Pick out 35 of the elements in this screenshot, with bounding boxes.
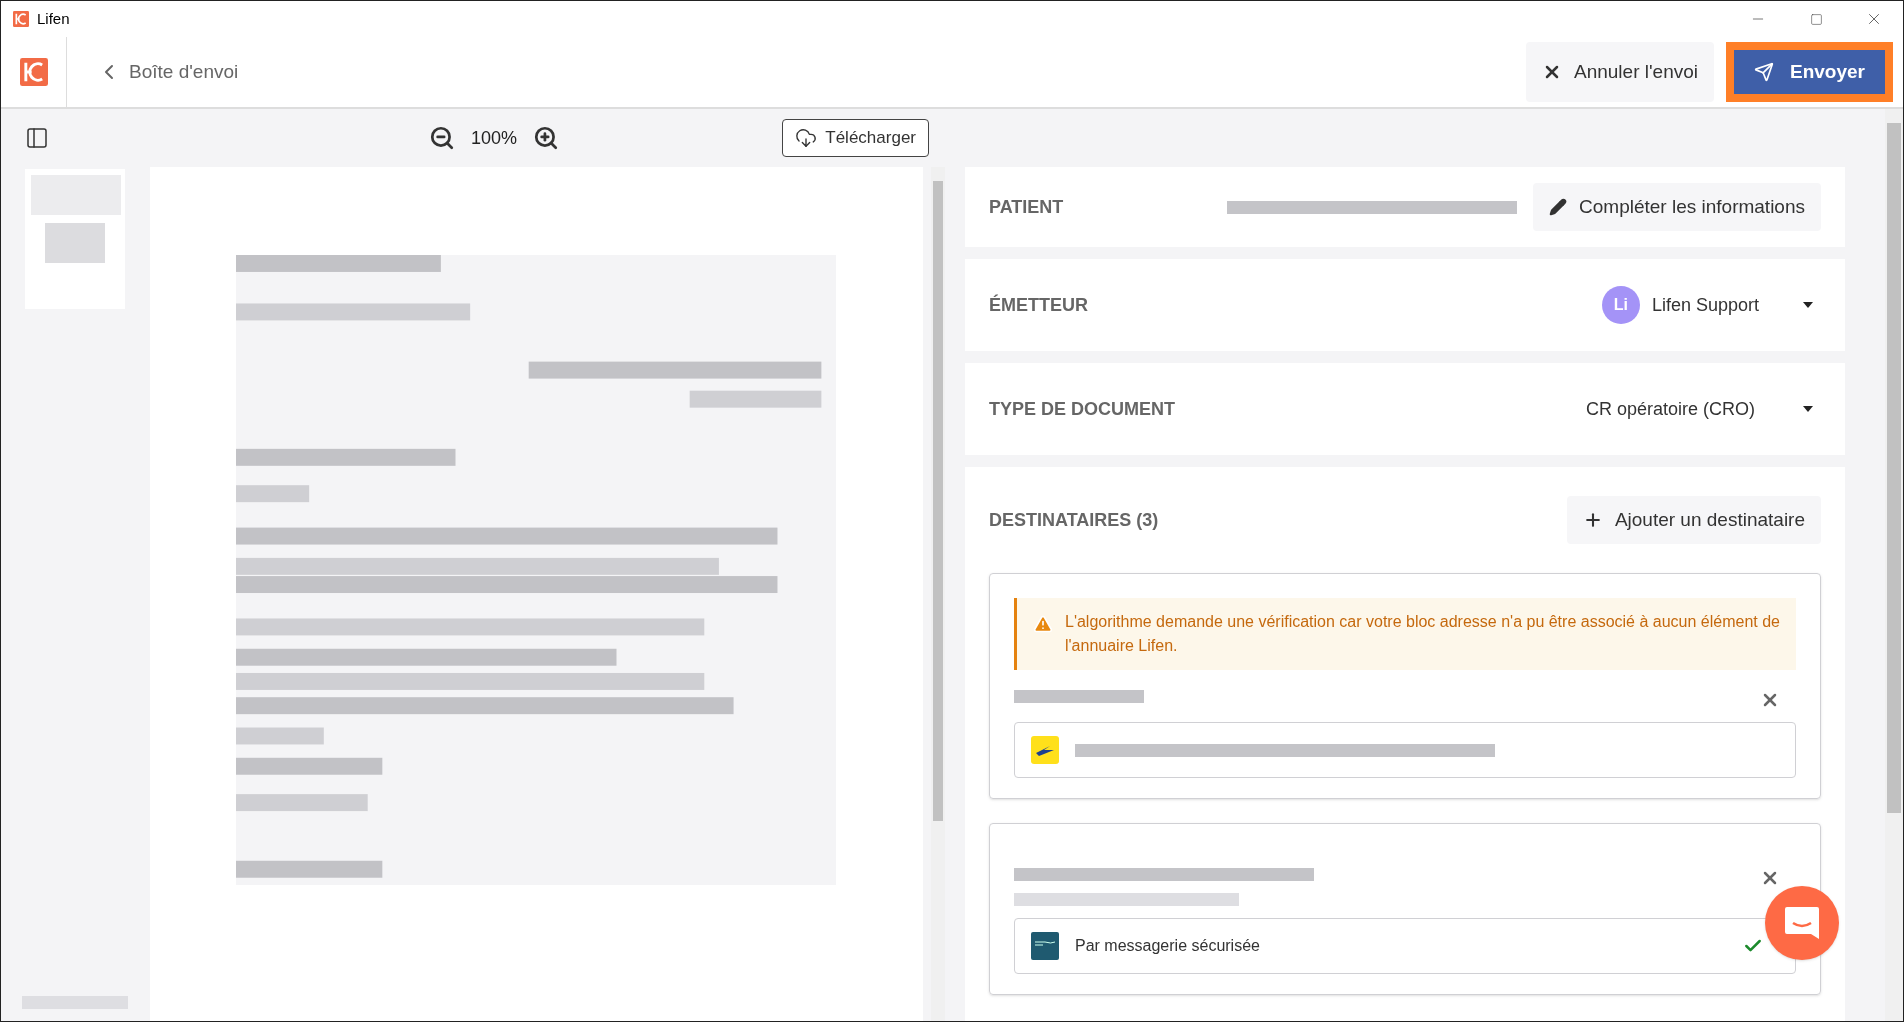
warning-text: L'algorithme demande une vérification car votre bloc adresse n'a pu être associé à aucun élément de l'annuaire Lifen.	[1065, 612, 1780, 656]
field-label: DESTINATAIRES (3)	[989, 508, 1159, 532]
window-title: Lifen	[37, 8, 70, 29]
back-link[interactable]: Boîte d'envoi	[97, 57, 239, 87]
secure-messaging-logo-icon	[1031, 932, 1059, 960]
dropdown-caret-icon	[1803, 406, 1813, 412]
send-button[interactable]: Envoyer	[1726, 42, 1893, 102]
maximize-icon[interactable]	[1809, 12, 1823, 26]
download-button[interactable]: Télécharger	[782, 119, 929, 157]
logo-icon	[19, 58, 48, 86]
complete-info-button[interactable]: Compléter les informations	[1533, 183, 1821, 231]
sidebar-toggle-icon[interactable]	[25, 126, 49, 150]
chat-icon	[1783, 905, 1821, 941]
dropdown-caret-icon	[1803, 302, 1813, 308]
zoom-level: 100%	[471, 126, 518, 150]
zoom-in-icon[interactable]	[533, 125, 560, 151]
scrollbar[interactable]	[931, 167, 945, 1021]
cloud-download-icon	[795, 127, 818, 149]
page-thumbnail[interactable]	[25, 169, 125, 309]
document-type-select[interactable]: CR opératoire (CRO)	[1585, 395, 1813, 423]
channel-label: Par messagerie sécurisée	[1075, 936, 1260, 956]
cancel-button[interactable]: Annuler l'envoi	[1525, 42, 1714, 102]
zoom-out-icon[interactable]	[429, 125, 455, 151]
sender-select[interactable]: Li Lifen Support	[1601, 286, 1813, 324]
field-label: ÉMETTEUR	[989, 293, 1088, 317]
add-recipient-button[interactable]: Ajouter un destinataire	[1566, 496, 1821, 544]
logo-icon	[13, 11, 29, 27]
paper-plane-icon	[1754, 62, 1774, 82]
scrollbar[interactable]	[1885, 109, 1903, 1021]
field-label: TYPE DE DOCUMENT	[989, 397, 1175, 421]
postal-logo-icon	[1031, 736, 1059, 764]
field-label: PATIENT	[989, 195, 1064, 219]
pencil-icon	[1549, 198, 1567, 216]
avatar: Li	[1601, 286, 1640, 324]
warning-icon	[1033, 614, 1053, 634]
